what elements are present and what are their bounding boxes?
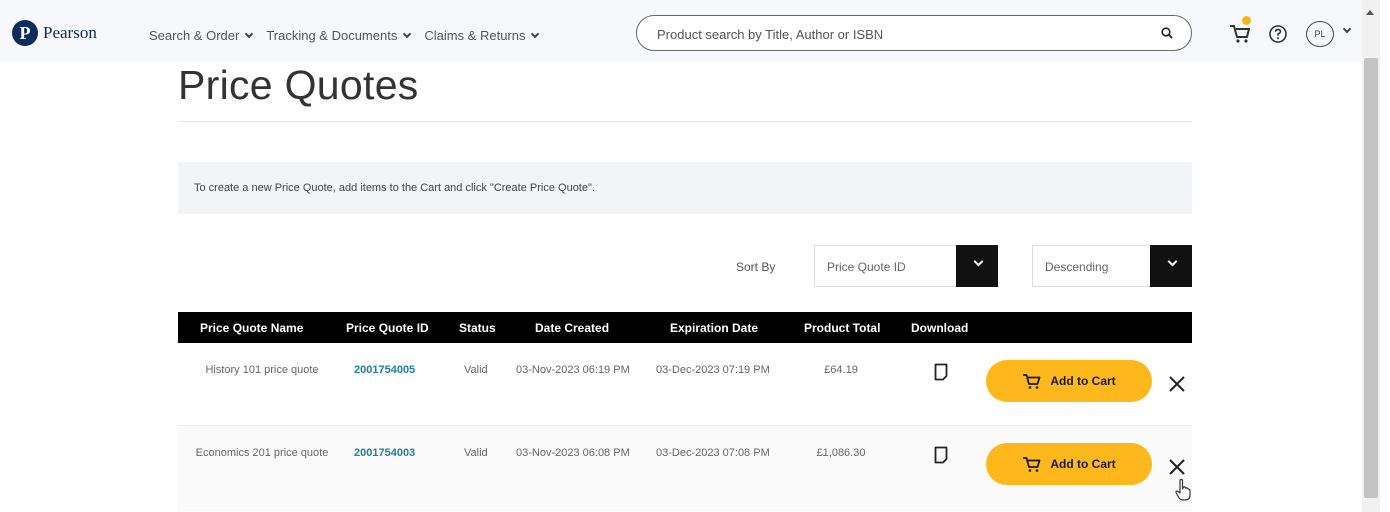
quote-status: Valid bbox=[464, 364, 488, 376]
column-header-date-created: Date Created bbox=[535, 321, 610, 335]
sort-by-label: Sort By bbox=[736, 260, 776, 274]
quote-id-link[interactable]: 2001754003 bbox=[354, 444, 434, 463]
main-nav: Search & Order Tracking & Documents Clai… bbox=[149, 28, 540, 43]
sort-field-value: Price Quote ID bbox=[827, 260, 906, 274]
product-search-input[interactable] bbox=[657, 24, 1137, 44]
table-header: Price Quote Name Price Quote ID Status D… bbox=[178, 312, 1192, 343]
column-header-id: Price Quote ID bbox=[346, 321, 429, 335]
chevron-down-icon bbox=[531, 29, 540, 38]
top-navigation-bar: P Pearson Search & Order Tracking & Docu… bbox=[0, 0, 1362, 62]
user-avatar[interactable]: PL bbox=[1306, 21, 1334, 47]
quote-name: Economics 201 price quote bbox=[195, 447, 329, 459]
add-to-cart-label: Add to Cart bbox=[1050, 374, 1116, 388]
sort-field-select[interactable]: Price Quote ID bbox=[814, 245, 998, 287]
scroll-up-arrow-icon[interactable] bbox=[1366, 10, 1374, 15]
quote-date-created: 03-Nov-2023 06:19 PM bbox=[516, 364, 630, 376]
quote-product-total: £1,086.30 bbox=[816, 447, 866, 459]
pearson-logo-mark: P bbox=[12, 20, 38, 46]
quote-name: History 101 price quote bbox=[205, 364, 319, 376]
pearson-logo[interactable]: P Pearson bbox=[12, 20, 97, 46]
quote-id-link[interactable]: 2001754005 bbox=[354, 361, 434, 380]
column-header-expiration-date: Expiration Date bbox=[670, 321, 759, 335]
chevron-down-icon bbox=[245, 29, 254, 38]
scrollbar-thumb[interactable] bbox=[1364, 58, 1378, 498]
column-header-status: Status bbox=[459, 321, 496, 335]
pearson-logo-text: Pearson bbox=[43, 23, 97, 42]
document-download-icon[interactable] bbox=[934, 446, 948, 464]
table-row: History 101 price quote 2001754005 Valid… bbox=[178, 343, 1192, 423]
add-to-cart-button[interactable]: Add to Cart bbox=[986, 360, 1152, 402]
chevron-down-icon[interactable] bbox=[1342, 24, 1352, 34]
quote-status: Valid bbox=[464, 447, 488, 459]
sort-order-dropdown-button[interactable] bbox=[1150, 245, 1192, 287]
chevron-down-icon bbox=[973, 256, 984, 267]
product-search bbox=[636, 15, 1192, 51]
close-icon[interactable] bbox=[1168, 375, 1186, 393]
title-divider bbox=[178, 121, 1192, 122]
nav-claims-returns[interactable]: Claims & Returns bbox=[424, 28, 540, 43]
column-header-name: Price Quote Name bbox=[200, 321, 304, 335]
cart-badge bbox=[1242, 16, 1251, 25]
sort-field-dropdown-button[interactable] bbox=[956, 245, 998, 287]
add-to-cart-label: Add to Cart bbox=[1050, 457, 1116, 471]
quote-expiration-date: 03-Dec-2023 07:19 PM bbox=[656, 364, 770, 376]
help-icon[interactable] bbox=[1268, 24, 1288, 44]
document-download-icon[interactable] bbox=[934, 363, 948, 381]
hand-pointer-cursor-icon bbox=[1175, 478, 1191, 501]
add-to-cart-button[interactable]: Add to Cart bbox=[986, 443, 1152, 485]
cart-icon bbox=[1023, 457, 1041, 472]
column-header-product-total: Product Total bbox=[804, 321, 881, 335]
sort-order-value: Descending bbox=[1045, 260, 1109, 274]
info-banner: To create a new Price Quote, add items t… bbox=[178, 162, 1192, 214]
cart-icon[interactable] bbox=[1228, 22, 1252, 44]
nav-claims-returns-label: Claims & Returns bbox=[424, 28, 526, 43]
sort-order-select[interactable]: Descending bbox=[1032, 245, 1192, 287]
quote-date-created: 03-Nov-2023 06:08 PM bbox=[516, 447, 630, 459]
page-title: Price Quotes bbox=[178, 62, 419, 108]
search-icon[interactable] bbox=[1161, 27, 1173, 39]
column-header-download: Download bbox=[911, 321, 969, 335]
nav-tracking-documents[interactable]: Tracking & Documents bbox=[266, 28, 412, 43]
chevron-down-icon bbox=[403, 29, 412, 38]
quote-product-total: £64.19 bbox=[824, 364, 858, 376]
chevron-down-icon bbox=[1167, 256, 1178, 267]
quote-expiration-date: 03-Dec-2023 07:08 PM bbox=[656, 447, 770, 459]
nav-search-order-label: Search & Order bbox=[149, 28, 240, 43]
nav-search-order[interactable]: Search & Order bbox=[149, 28, 254, 43]
close-icon[interactable] bbox=[1168, 458, 1186, 476]
cart-icon bbox=[1023, 374, 1041, 389]
table-row: Economics 201 price quote 2001754003 Val… bbox=[178, 425, 1192, 511]
nav-tracking-documents-label: Tracking & Documents bbox=[266, 28, 398, 43]
